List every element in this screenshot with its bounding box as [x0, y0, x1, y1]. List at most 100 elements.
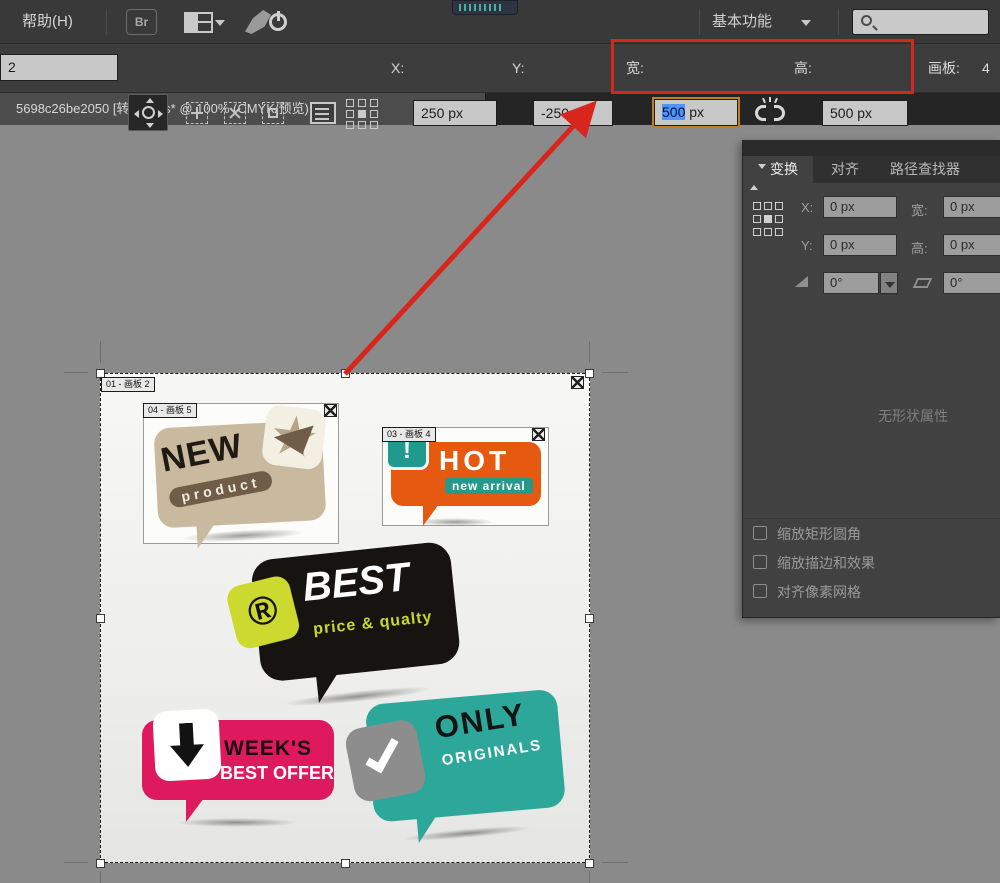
badge-title: WEEK'S — [224, 737, 312, 761]
menubar-separator — [699, 9, 700, 35]
rocket-icon[interactable] — [243, 8, 287, 37]
power-icon — [269, 13, 287, 31]
move-icon — [142, 106, 155, 119]
artboard-name-field[interactable]: 2 — [0, 54, 118, 81]
activity-meter-widget — [452, 0, 518, 15]
panel-h-field[interactable]: 0 px — [943, 234, 1000, 256]
sub-artboard4-delete-icon[interactable] — [532, 428, 545, 441]
panel-divider — [743, 518, 1000, 519]
height-field[interactable]: 500 px — [822, 100, 908, 126]
rotate-angle-icon — [795, 276, 808, 287]
artboard-count-value: 4 — [982, 44, 990, 93]
scale-strokes-checkbox[interactable] — [753, 555, 767, 569]
crop-mark — [589, 341, 590, 363]
panel-collapse-icon[interactable] — [750, 164, 766, 191]
search-icon — [861, 15, 872, 26]
nested-artboard-button[interactable] — [262, 102, 284, 124]
selection-handle-s[interactable] — [341, 859, 350, 868]
width-field[interactable]: 500 px — [654, 99, 738, 126]
down-arrow-icon — [169, 722, 205, 768]
rotate-field[interactable]: 0° — [823, 272, 879, 294]
crop-mark — [100, 871, 101, 883]
badge-new-product[interactable]: NEW product — [147, 403, 339, 547]
delete-artboard-button[interactable] — [224, 102, 246, 124]
activity-meter-bars — [459, 4, 503, 11]
reference-point-grid[interactable] — [753, 202, 785, 242]
illustrator-window: 帮助(H) Br 基本功能 2 — [0, 0, 1000, 883]
workspace-dropdown-caret-icon[interactable] — [801, 20, 811, 26]
width-selected-text: 500 — [662, 104, 685, 120]
menu-bar: 帮助(H) Br 基本功能 — [0, 0, 1000, 44]
crop-mark — [64, 862, 88, 863]
badge-title: HOT — [439, 445, 510, 477]
selection-handle-e[interactable] — [585, 614, 594, 623]
panel-tab-bar: 变换 对齐 路径查找器 — [743, 156, 1000, 183]
selection-handle-n[interactable] — [341, 369, 350, 378]
bubble-tail — [196, 521, 217, 548]
panel-y-field[interactable]: 0 px — [823, 234, 897, 256]
constrain-proportions-icon[interactable] — [755, 101, 785, 125]
panel-x-label: X: — [801, 200, 813, 215]
panel-h-label: 高: — [911, 238, 928, 257]
check-tile — [343, 718, 428, 804]
shear-icon — [913, 278, 933, 288]
tab-pathfinder[interactable]: 路径查找器 — [875, 156, 975, 183]
badge-subtitle: BEST OFFER — [220, 763, 334, 784]
x-label: X: — [391, 44, 404, 93]
reference-grid-icon[interactable] — [346, 99, 380, 129]
artboard-count-label: 画板: — [928, 44, 960, 93]
badge-weeks-best-offer[interactable]: WEEK'S BEST OFFER — [140, 710, 340, 830]
panel-y-label: Y: — [801, 238, 813, 253]
bubble-tail — [186, 798, 204, 822]
artboard-tag: 01 - 画板 2 — [101, 377, 155, 392]
shear-field[interactable]: 0° — [943, 272, 1000, 294]
bubble-tail — [423, 504, 439, 526]
arrange-documents-icon[interactable] — [184, 12, 213, 33]
selection-handle-sw[interactable] — [96, 859, 105, 868]
selection-handle-ne[interactable] — [585, 369, 594, 378]
panel-w-label: 宽: — [911, 200, 928, 219]
crop-mark — [602, 372, 628, 373]
align-pixel-grid-checkbox[interactable] — [753, 584, 767, 598]
no-shape-properties-text: 无形状属性 — [878, 406, 948, 426]
x-field[interactable]: 250 px — [413, 100, 497, 126]
move-artboard-button[interactable] — [128, 94, 168, 131]
add-artboard-button[interactable] — [186, 102, 208, 124]
tab-transform[interactable]: 变换 — [743, 156, 813, 183]
panel-w-field[interactable]: 0 px — [943, 196, 1000, 218]
artboard-delete-icon[interactable] — [571, 376, 584, 389]
crop-mark — [64, 372, 88, 373]
crop-mark — [100, 341, 101, 363]
artboard-options-button[interactable] — [310, 102, 336, 124]
selection-handle-w[interactable] — [96, 614, 105, 623]
arrow-tile — [152, 708, 222, 781]
star-tile — [261, 404, 328, 471]
scale-strokes-label: 缩放描边和效果 — [777, 555, 875, 571]
panel-drag-bar[interactable] — [743, 140, 1000, 156]
search-input[interactable] — [852, 9, 989, 35]
bubble-tail — [417, 815, 439, 843]
workspace-switcher[interactable]: 基本功能 — [712, 0, 772, 44]
bridge-button[interactable]: Br — [126, 9, 157, 35]
menubar-separator — [838, 9, 839, 35]
rocket-body-icon — [245, 10, 271, 34]
selection-handle-se[interactable] — [585, 859, 594, 868]
sub-artboard5-delete-icon[interactable] — [324, 404, 337, 417]
badge-subtitle: new arrival — [445, 478, 533, 494]
width-unit: px — [689, 104, 704, 120]
y-label: Y: — [512, 44, 524, 93]
scale-corners-checkbox[interactable] — [753, 526, 767, 540]
badge-hot-new-arrival[interactable]: ! HOT new arrival — [387, 432, 545, 527]
sub-artboard4-tag: 03 - 画板 4 — [382, 427, 436, 442]
rotate-dropdown-button[interactable] — [880, 272, 898, 294]
badge-only-originals[interactable]: ONLY ORIGINALS — [344, 675, 582, 849]
menubar-separator — [106, 9, 107, 35]
menu-help[interactable]: 帮助(H) — [22, 0, 73, 44]
sub-artboard5-tag: 04 - 画板 5 — [143, 403, 197, 418]
y-field[interactable]: -250 px — [533, 100, 613, 126]
panel-x-field[interactable]: 0 px — [823, 196, 897, 218]
tab-align[interactable]: 对齐 — [823, 156, 867, 183]
layout-dropdown-caret-icon[interactable] — [215, 20, 225, 26]
crop-mark — [602, 862, 628, 863]
align-pixel-grid-label: 对齐像素网格 — [777, 584, 861, 600]
